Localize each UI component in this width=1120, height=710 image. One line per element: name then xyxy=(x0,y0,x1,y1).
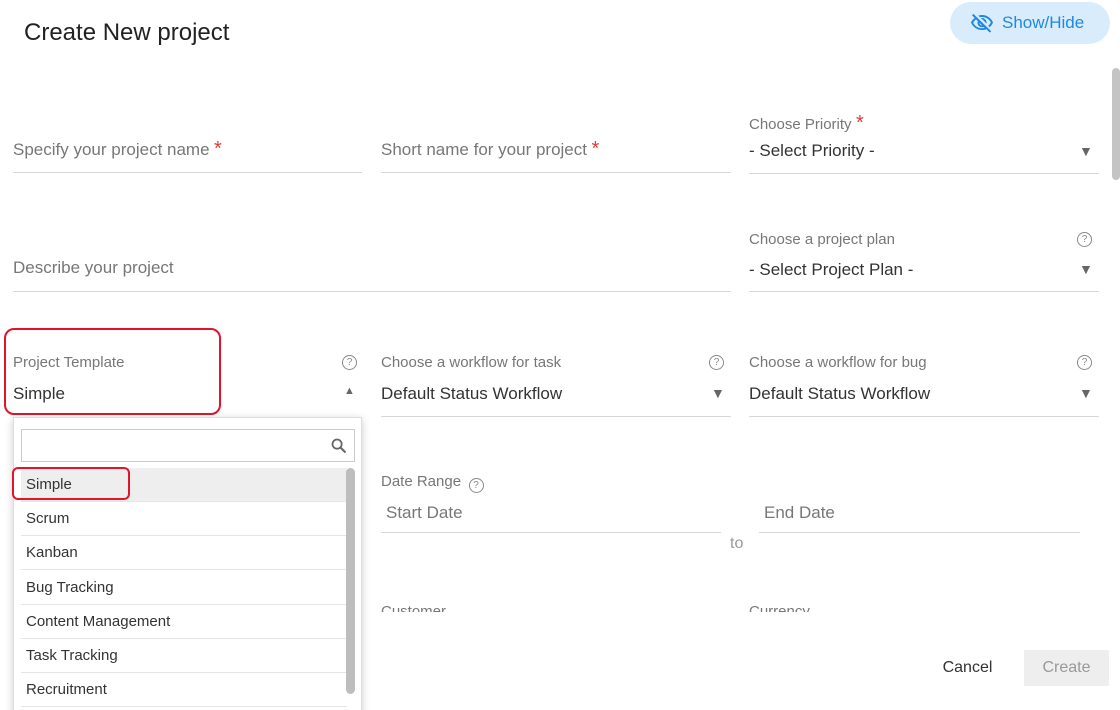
description-field[interactable]: Describe your project xyxy=(13,258,731,292)
task-workflow-label: Choose a workflow for task xyxy=(381,354,562,371)
help-icon[interactable]: ? xyxy=(468,478,484,493)
description-placeholder: Describe your project xyxy=(13,258,174,277)
dropdown-search-field[interactable] xyxy=(21,429,355,462)
page-title: Create New project xyxy=(24,19,230,46)
currency-label: Currency xyxy=(749,603,810,612)
eye-off-icon xyxy=(971,13,993,33)
plan-label: Choose a project plan xyxy=(749,231,895,248)
option-label: Task Tracking xyxy=(26,647,118,664)
project-name-placeholder: Specify your project name xyxy=(13,140,210,159)
dropdown-scrollbar[interactable] xyxy=(346,468,355,694)
bug-workflow-select[interactable]: Default Status Workflow ▼ xyxy=(749,384,1099,417)
required-mark: * xyxy=(591,138,600,160)
create-button[interactable]: Create xyxy=(1024,650,1109,686)
end-date-placeholder: End Date xyxy=(764,503,835,522)
template-value: Simple xyxy=(13,384,65,403)
option-label: Kanban xyxy=(26,544,78,561)
help-icon[interactable]: ? xyxy=(1077,232,1092,247)
chevron-up-icon: ▲ xyxy=(344,385,355,397)
bug-workflow-label-wrap: Choose a workflow for bug ? xyxy=(749,354,1099,374)
page-scrollbar[interactable] xyxy=(1112,68,1120,180)
project-name-field[interactable]: Specify your project name * xyxy=(13,138,362,173)
required-mark: * xyxy=(214,138,222,160)
date-range-label: Date Range xyxy=(381,473,462,490)
start-date-placeholder: Start Date xyxy=(386,503,463,522)
short-name-field[interactable]: Short name for your project * xyxy=(381,138,731,173)
help-icon[interactable]: ? xyxy=(709,355,724,370)
show-hide-label: Show/Hide xyxy=(1002,13,1085,32)
cancel-button[interactable]: Cancel xyxy=(930,650,1005,686)
required-mark: * xyxy=(856,112,864,134)
chevron-down-icon: ▼ xyxy=(1079,261,1093,277)
chevron-down-icon: ▼ xyxy=(1079,385,1093,401)
chevron-down-icon: ▼ xyxy=(711,385,725,401)
template-option[interactable]: Content Management xyxy=(21,605,347,639)
plan-value: - Select Project Plan - xyxy=(749,260,914,279)
priority-value: - Select Priority - xyxy=(749,141,875,160)
end-date-input[interactable]: End Date xyxy=(759,503,1080,533)
priority-label-wrap: Choose Priority * xyxy=(749,112,1099,135)
date-range-label-wrap: Date Range ? xyxy=(381,473,484,493)
start-date-input[interactable]: Start Date xyxy=(381,503,721,533)
plan-label-wrap: Choose a project plan ? xyxy=(749,231,1099,251)
priority-label: Choose Priority xyxy=(749,116,852,133)
template-dropdown: Simple Scrum Kanban Bug Tracking Content… xyxy=(13,417,362,710)
option-label: Bug Tracking xyxy=(26,579,114,596)
task-workflow-label-wrap: Choose a workflow for task ? xyxy=(381,354,731,374)
customer-label: Customer xyxy=(381,603,447,612)
show-hide-button[interactable]: Show/Hide xyxy=(950,2,1110,44)
search-icon xyxy=(331,438,346,453)
help-icon[interactable]: ? xyxy=(1077,355,1092,370)
option-label: Recruitment xyxy=(26,681,107,698)
to-label: to xyxy=(730,535,744,552)
template-option[interactable]: Scrum xyxy=(21,502,347,536)
chevron-down-icon: ▼ xyxy=(1079,143,1093,159)
help-icon[interactable]: ? xyxy=(342,355,357,370)
template-option[interactable]: Task Tracking xyxy=(21,639,347,673)
template-option[interactable]: Recruitment xyxy=(21,673,347,707)
template-option[interactable]: Kanban xyxy=(21,536,347,570)
template-label-wrap: Project Template ? xyxy=(13,354,362,374)
option-label: Content Management xyxy=(26,613,171,630)
template-option[interactable]: Bug Tracking xyxy=(21,571,347,605)
option-label: Scrum xyxy=(26,510,70,527)
highlight-simple-option xyxy=(12,467,130,500)
priority-select[interactable]: - Select Priority - ▼ xyxy=(749,141,1099,174)
task-workflow-select[interactable]: Default Status Workflow ▼ xyxy=(381,384,731,417)
project-plan-select[interactable]: - Select Project Plan - ▼ xyxy=(749,260,1099,292)
project-template-select[interactable]: Simple ▲ xyxy=(13,384,362,416)
template-label: Project Template xyxy=(13,354,125,371)
task-workflow-value: Default Status Workflow xyxy=(381,384,563,403)
dropdown-search-input[interactable] xyxy=(22,430,354,461)
bug-workflow-value: Default Status Workflow xyxy=(749,384,931,403)
bug-workflow-label: Choose a workflow for bug xyxy=(749,354,927,371)
short-name-placeholder: Short name for your project xyxy=(381,140,587,159)
